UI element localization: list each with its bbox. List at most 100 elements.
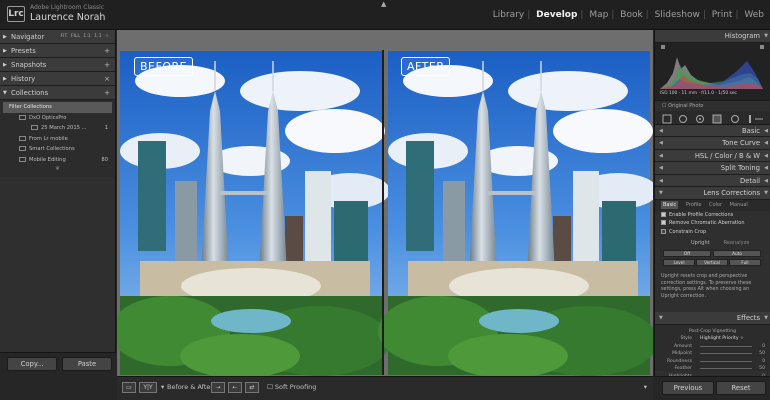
vignette-style-select[interactable]: Style Highlight Priority ÷: [655, 335, 770, 343]
collection-set-icon: [19, 114, 26, 120]
module-slideshow[interactable]: Slideshow: [655, 10, 700, 20]
module-book[interactable]: Book: [620, 10, 642, 20]
spot-removal-tool-icon[interactable]: [679, 114, 687, 123]
checkbox-empty-icon: [661, 228, 666, 234]
basic-header[interactable]: ◀ Basic ◀: [655, 124, 770, 137]
upright-row: Upright Reanalyze: [691, 240, 750, 246]
collections-header[interactable]: ▼ Collections +: [0, 86, 115, 100]
histogram-header[interactable]: Histogram ▼: [655, 30, 770, 43]
upright-vertical-button[interactable]: Vertical: [696, 259, 728, 266]
user-name[interactable]: Laurence Norah: [30, 12, 105, 23]
reanalyze-button[interactable]: Reanalyze: [724, 240, 750, 246]
copy-after-to-before-button[interactable]: ⇠: [228, 382, 242, 393]
add-preset-icon[interactable]: +: [104, 44, 110, 58]
upright-buttons: Off Auto Level Vertical Full: [655, 250, 770, 270]
hsl-header[interactable]: ◀ HSL / Color / B & W ◀: [655, 149, 770, 162]
constrain-crop-checkbox[interactable]: Constrain Crop: [655, 228, 770, 237]
expand-triangle-icon: ▶: [3, 76, 7, 82]
effects-panel: Post-Crop Vignetting Style Highlight Prio…: [655, 324, 770, 379]
tab-basic[interactable]: Basic: [661, 200, 679, 209]
lens-corrections-header[interactable]: ▼ Lens Corrections ▼: [655, 187, 770, 200]
swap-before-after-button[interactable]: ⇄: [245, 382, 259, 393]
radial-filter-icon[interactable]: [731, 114, 739, 123]
tab-manual[interactable]: Manual: [730, 202, 748, 208]
expand-triangle-icon: ▶: [3, 62, 7, 68]
tone-curve-header[interactable]: ◀ Tone Curve ◀: [655, 137, 770, 150]
detail-header[interactable]: ◀ Detail ◀: [655, 174, 770, 187]
copy-button[interactable]: Copy...: [7, 357, 57, 371]
right-panel: Histogram ▼ ISO 100 · 11 mm · f/11.0 · 1/…: [654, 30, 770, 379]
toolbar-menu-icon[interactable]: ▾: [644, 382, 647, 393]
remove-chromatic-aberration-checkbox[interactable]: Remove Chromatic Aberration: [655, 219, 770, 228]
paste-button[interactable]: Paste: [62, 357, 112, 371]
list-item[interactable]: Smart Collections: [3, 144, 112, 155]
crop-tool-icon[interactable]: [662, 114, 672, 123]
expand-triangle-icon: ▶: [3, 48, 7, 54]
loupe-view-icon[interactable]: ▭: [122, 382, 136, 393]
graduated-filter-icon[interactable]: [712, 114, 722, 123]
list-item[interactable]: 25 March 2015 ... 1: [3, 123, 112, 134]
module-map[interactable]: Map: [589, 10, 608, 20]
soft-proofing-checkbox[interactable]: ☐ Soft Proofing: [267, 382, 316, 393]
expand-triangle-icon: ◀: [659, 152, 663, 159]
before-after-divider: [382, 50, 384, 375]
roundness-slider[interactable]: Roundness 0: [655, 358, 770, 366]
expand-triangle-icon: ▶: [3, 34, 7, 40]
before-after-mode-button[interactable]: Y|Y: [139, 382, 157, 393]
mode-dropdown-icon[interactable]: ▾: [161, 382, 164, 393]
clear-history-icon[interactable]: ×: [104, 72, 110, 86]
after-label: AFTER: [401, 57, 451, 76]
enable-profile-corrections-checkbox[interactable]: Enable Profile Corrections: [655, 211, 770, 220]
add-collection-icon[interactable]: +: [104, 86, 110, 100]
module-develop[interactable]: Develop: [536, 10, 577, 20]
expand-triangle-icon: ◀: [764, 127, 768, 134]
feather-slider[interactable]: Feather 50: [655, 365, 770, 373]
collection-icon: [31, 125, 38, 130]
panel-toggle-top-icon[interactable]: ▲: [381, 0, 386, 8]
module-print[interactable]: Print: [712, 10, 733, 20]
upright-note: Upright resets crop and perspective corr…: [661, 274, 752, 299]
navigator-zoom-options[interactable]: FIT FILL 1:1 1:1 ÷: [61, 30, 109, 44]
collapse-triangle-icon: ▼: [3, 90, 7, 96]
list-item[interactable]: Mobile Editing 80: [3, 155, 112, 166]
collections-list: Filter Collections DxO OpticsPro 25 Marc…: [0, 100, 115, 177]
expand-triangle-icon: ◀: [764, 177, 768, 184]
reset-button[interactable]: Reset: [716, 381, 766, 395]
expand-triangle-icon: ◀: [659, 165, 663, 171]
midpoint-slider[interactable]: Midpoint 50: [655, 350, 770, 358]
filter-collections-field[interactable]: Filter Collections: [3, 102, 112, 113]
previous-button[interactable]: Previous: [662, 381, 714, 395]
upright-off-button[interactable]: Off: [663, 250, 711, 257]
app-name: Adobe Lightroom Classic: [30, 4, 105, 11]
list-item[interactable]: From Lr mobile: [3, 134, 112, 145]
checkbox-checked-icon: [661, 220, 666, 225]
tab-color[interactable]: Color: [709, 202, 722, 208]
histogram-graph[interactable]: ISO 100 · 11 mm · f/11.0 · 1/50 sec: [655, 42, 770, 101]
red-eye-tool-icon[interactable]: [696, 114, 704, 123]
amount-slider[interactable]: Amount 0: [655, 343, 770, 351]
expand-triangle-icon: ◀: [659, 140, 663, 146]
photo-viewer[interactable]: BEFORE AFTER: [117, 30, 653, 376]
module-web[interactable]: Web: [744, 10, 764, 20]
adjustment-brush-icon[interactable]: [749, 114, 763, 123]
expand-triangle-icon: ◀: [764, 165, 768, 171]
list-item[interactable]: DxO OpticsPro: [3, 113, 112, 124]
presets-header[interactable]: ▶ Presets +: [0, 44, 115, 58]
upright-auto-button[interactable]: Auto: [713, 250, 761, 257]
tab-profile[interactable]: Profile: [686, 202, 702, 208]
collapse-triangle-icon: ▼: [764, 190, 768, 196]
collection-icon: [19, 156, 26, 162]
expand-triangle-icon: ◀: [659, 127, 663, 134]
history-header[interactable]: ▶ History ×: [0, 72, 115, 86]
snapshots-header[interactable]: ▶ Snapshots +: [0, 58, 115, 72]
navigator-header[interactable]: ▶ Navigator FIT FILL 1:1 1:1 ÷: [0, 30, 115, 44]
add-snapshot-icon[interactable]: +: [104, 58, 110, 72]
module-library[interactable]: Library: [493, 10, 524, 20]
upright-level-button[interactable]: Level: [663, 259, 695, 266]
copy-before-to-after-button[interactable]: ⇢: [211, 382, 225, 393]
top-bar: Lrc Adobe Lightroom Classic Laurence Nor…: [0, 0, 770, 30]
effects-header[interactable]: ▼ Effects ▼: [655, 312, 770, 325]
upright-full-button[interactable]: Full: [729, 259, 761, 266]
original-photo-checkbox[interactable]: ☐ Original Photo: [655, 101, 770, 111]
split-toning-header[interactable]: ◀ Split Toning ◀: [655, 162, 770, 175]
